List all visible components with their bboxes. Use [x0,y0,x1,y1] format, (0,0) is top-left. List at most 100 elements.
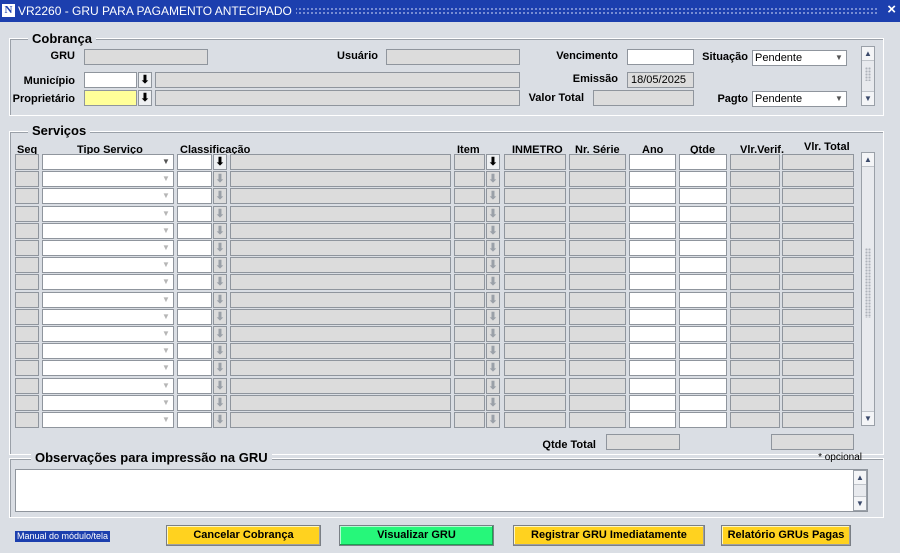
nr-serie-cell[interactable] [569,274,626,290]
tipo-servico-select[interactable]: ▼ [42,274,174,290]
inmetro-cell[interactable] [504,292,566,308]
item-lov-icon[interactable]: ⬇ [486,378,500,394]
qtde-cell[interactable] [679,223,727,239]
vlr-verif-cell[interactable] [730,343,780,359]
item-lov-icon[interactable]: ⬇ [486,395,500,411]
vencimento-field[interactable] [627,49,694,65]
nr-serie-cell[interactable] [569,188,626,204]
item-cell[interactable] [454,343,485,359]
cobranca-scrollbar[interactable]: ▲ ▼ [861,46,875,106]
scroll-down-icon[interactable]: ▼ [862,411,874,425]
item-lov-icon[interactable]: ⬇ [486,257,500,273]
tipo-servico-select[interactable]: ▼ [42,257,174,273]
item-lov-icon[interactable]: ⬇ [486,274,500,290]
item-cell[interactable] [454,395,485,411]
vlr-verif-cell[interactable] [730,257,780,273]
nr-serie-cell[interactable] [569,257,626,273]
item-lov-icon[interactable]: ⬇ [486,360,500,376]
vlr-verif-cell[interactable] [730,360,780,376]
tipo-servico-select[interactable]: ▼ [42,240,174,256]
item-cell[interactable] [454,326,485,342]
classificacao-code-cell[interactable] [177,292,212,308]
item-cell[interactable] [454,309,485,325]
item-cell[interactable] [454,240,485,256]
vlr-total-cell[interactable] [782,188,854,204]
vlr-total-cell[interactable] [782,223,854,239]
vlr-total-cell[interactable] [782,171,854,187]
scroll-down-icon[interactable]: ▼ [854,496,866,510]
tipo-servico-select[interactable]: ▼ [42,378,174,394]
observacoes-scrollbar[interactable]: ▲ ▼ [853,470,867,511]
vlr-total-cell[interactable] [782,274,854,290]
qtde-cell[interactable] [679,326,727,342]
item-lov-icon[interactable]: ⬇ [486,223,500,239]
item-lov-icon[interactable]: ⬇ [486,154,500,170]
item-cell[interactable] [454,171,485,187]
classificacao-code-cell[interactable] [177,240,212,256]
nr-serie-cell[interactable] [569,154,626,170]
classificacao-lov-icon[interactable]: ⬇ [213,274,227,290]
classificacao-code-cell[interactable] [177,257,212,273]
valor-total-field[interactable] [593,90,694,106]
nr-serie-cell[interactable] [569,240,626,256]
vlr-verif-cell[interactable] [730,274,780,290]
vlr-total-cell[interactable] [782,378,854,394]
vlr-verif-cell[interactable] [730,206,780,222]
seq-cell[interactable] [15,309,39,325]
ano-cell[interactable] [629,343,676,359]
qtde-cell[interactable] [679,206,727,222]
tipo-servico-select[interactable]: ▼ [42,154,174,170]
nr-serie-cell[interactable] [569,171,626,187]
registrar-gru-button[interactable]: Registrar GRU Imediatamente [513,525,705,546]
classificacao-desc-cell[interactable] [230,223,451,239]
ano-cell[interactable] [629,360,676,376]
ano-cell[interactable] [629,223,676,239]
item-cell[interactable] [454,257,485,273]
seq-cell[interactable] [15,292,39,308]
proprietario-code-field[interactable] [84,90,137,106]
qtde-cell[interactable] [679,240,727,256]
vlr-verif-cell[interactable] [730,292,780,308]
inmetro-cell[interactable] [504,395,566,411]
classificacao-code-cell[interactable] [177,188,212,204]
ano-cell[interactable] [629,274,676,290]
inmetro-cell[interactable] [504,240,566,256]
situacao-select[interactable]: Pendente ▼ [752,50,847,66]
vlr-verif-cell[interactable] [730,223,780,239]
ano-cell[interactable] [629,326,676,342]
vlr-verif-cell[interactable] [730,412,780,428]
qtde-cell[interactable] [679,292,727,308]
classificacao-lov-icon[interactable]: ⬇ [213,378,227,394]
vlr-total-cell[interactable] [782,412,854,428]
municipio-lov-icon[interactable]: ⬇ [138,72,152,88]
vlr-total-cell[interactable] [782,360,854,376]
tipo-servico-select[interactable]: ▼ [42,360,174,376]
classificacao-desc-cell[interactable] [230,378,451,394]
tipo-servico-select[interactable]: ▼ [42,326,174,342]
classificacao-desc-cell[interactable] [230,309,451,325]
classificacao-desc-cell[interactable] [230,206,451,222]
inmetro-cell[interactable] [504,257,566,273]
nr-serie-cell[interactable] [569,378,626,394]
inmetro-cell[interactable] [504,188,566,204]
item-cell[interactable] [454,274,485,290]
tipo-servico-select[interactable]: ▼ [42,395,174,411]
classificacao-code-cell[interactable] [177,326,212,342]
nr-serie-cell[interactable] [569,360,626,376]
inmetro-cell[interactable] [504,206,566,222]
seq-cell[interactable] [15,395,39,411]
item-cell[interactable] [454,206,485,222]
vlr-total-cell[interactable] [782,395,854,411]
classificacao-lov-icon[interactable]: ⬇ [213,206,227,222]
vlr-total-cell[interactable] [782,206,854,222]
classificacao-code-cell[interactable] [177,154,212,170]
seq-cell[interactable] [15,412,39,428]
help-link[interactable]: Manual do módulo/tela [15,531,111,542]
nr-serie-cell[interactable] [569,412,626,428]
nr-serie-cell[interactable] [569,206,626,222]
classificacao-code-cell[interactable] [177,360,212,376]
classificacao-desc-cell[interactable] [230,154,451,170]
classificacao-lov-icon[interactable]: ⬇ [213,395,227,411]
classificacao-lov-icon[interactable]: ⬇ [213,223,227,239]
servicos-scrollbar[interactable]: ▲ ▼ [861,152,875,426]
